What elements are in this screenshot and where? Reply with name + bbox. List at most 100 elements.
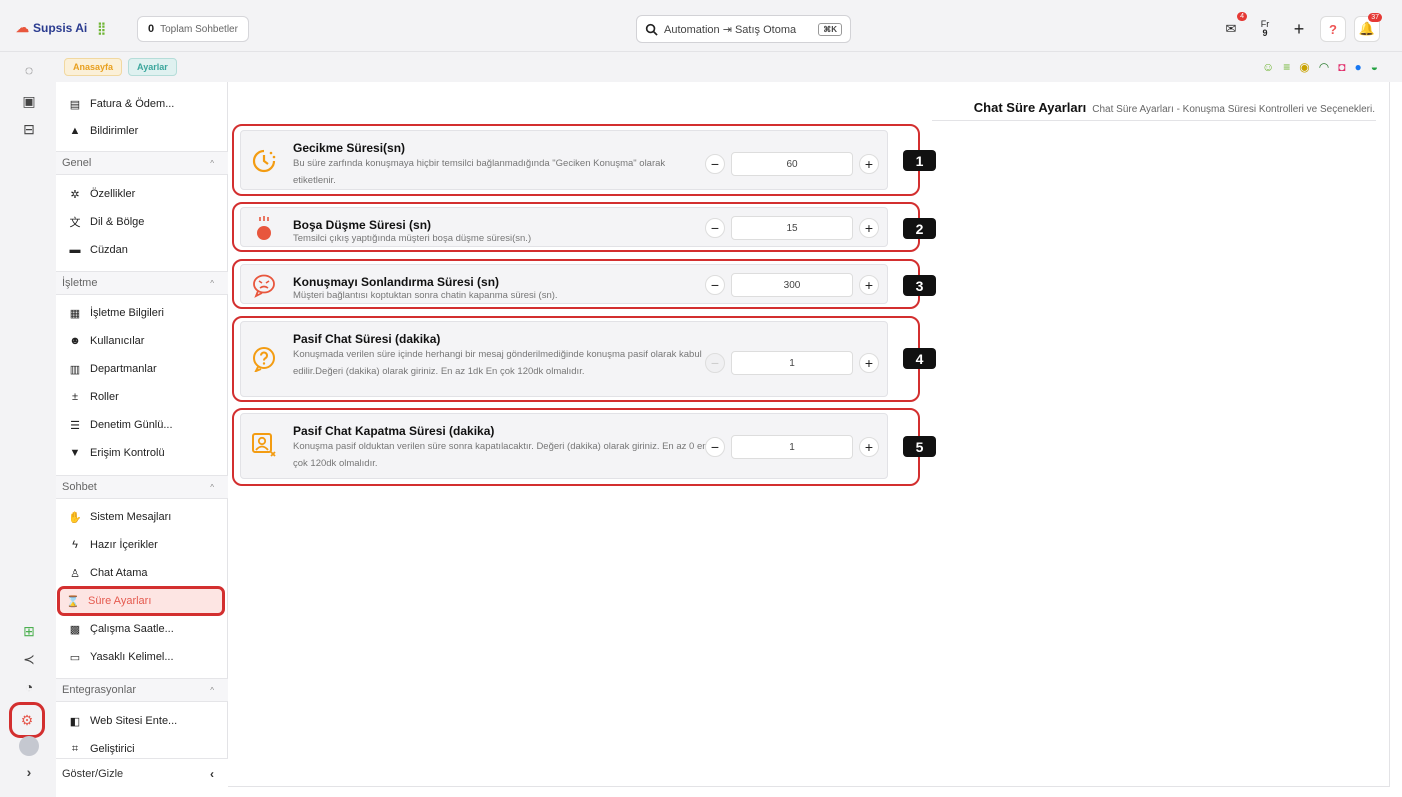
robot-icon[interactable]: ☺ [1262, 60, 1274, 74]
hand-icon: ✋ [68, 511, 82, 524]
search-input[interactable]: Automation ⇥ Satış Otoma ⌘K [636, 15, 851, 43]
sidebar-item-departments[interactable]: ▥ Departmanlar [62, 357, 220, 381]
chevron-up-icon: ^ [210, 482, 214, 492]
mail-icon: ✉ [1225, 21, 1237, 36]
drop-icon [257, 216, 271, 240]
increment-button[interactable]: + [859, 437, 879, 457]
mail-button[interactable]: ✉ 4 [1218, 12, 1247, 42]
help-button[interactable]: ? [1320, 16, 1346, 42]
decrement-button[interactable]: − [705, 353, 725, 373]
logo-icon: ☁ [16, 20, 29, 35]
sidebar-item-audit-log[interactable]: ☰ Denetim Günlü... [62, 413, 220, 437]
sidebar-group-general[interactable]: Genel ^ [56, 151, 228, 175]
sidebar-group-chat[interactable]: Sohbet ^ [56, 475, 228, 499]
language-button[interactable]: Fr 9 [1252, 16, 1278, 42]
marker-2: 2 [903, 218, 936, 239]
marker-5: 5 [903, 436, 936, 457]
sidebar-item-roles[interactable]: ± Roller [62, 385, 220, 409]
sidebar-item-users[interactable]: ☻ Kullanıcılar [62, 329, 220, 353]
marker-1: 1 [903, 150, 936, 171]
drop-value-input[interactable]: 15 [731, 216, 853, 240]
setting-description: Bu süre zarfında konuşmaya hiçbir temsil… [293, 158, 666, 186]
total-chats-counter[interactable]: 0 Toplam Sohbetler [137, 16, 249, 42]
page-header: Chat Süre Ayarları Chat Süre Ayarları - … [974, 100, 1375, 115]
sidebar-item-notifications[interactable]: ▲ Bildirimler [62, 119, 220, 143]
sidebar-item-access-control[interactable]: ▼ Erişim Kontrolü [62, 441, 220, 465]
sidebar-item-canned-content[interactable]: ϟ Hazır İçerikler [62, 533, 220, 557]
whatsapp-icon[interactable]: ◒ [1371, 60, 1378, 74]
left-rail: ◌ ▣ ⊟ ⊞ ≺ ◔ ⚙ › [0, 52, 56, 797]
user-close-icon [252, 433, 276, 457]
chevron-left-icon: ‹ [210, 766, 214, 781]
increment-button[interactable]: + [859, 218, 879, 238]
setting-title: Pasif Chat Süresi (dakika) [293, 332, 441, 346]
settings-sidebar: ▤ Fatura & Ödem... ▲ Bildirimler Genel ^ ✲ Ö… [56, 82, 228, 787]
total-chats-count: 0 [148, 23, 155, 35]
sidebar-toggle[interactable]: Göster/Gizle ‹ [56, 758, 228, 788]
marker-3: 3 [903, 275, 936, 296]
question-chat-icon [253, 347, 275, 372]
sidebar-item-wallet[interactable]: ▬ Cüzdan [62, 238, 220, 262]
search-shortcut: ⌘K [818, 22, 842, 36]
tab-home[interactable]: Anasayfa [64, 58, 123, 76]
messenger-icon[interactable]: ● [1355, 60, 1362, 74]
logo[interactable]: ☁ Supsis Ai ⣿ [16, 20, 106, 36]
notifications-badge: 37 [1368, 13, 1382, 22]
reports-rail-icon[interactable]: ◔ [18, 676, 40, 698]
instagram-icon[interactable]: ◘ [1338, 60, 1345, 74]
delay-value-input[interactable]: 60 [731, 152, 853, 176]
developer-icon: ⌗ [71, 742, 79, 755]
decrement-button[interactable]: − [705, 154, 725, 174]
tabs-bar: Anasayfa Ayarlar ☺ ≡ ◉ ◠ ◘ ● ◒ [56, 52, 1402, 82]
passive-chat-stepper: − 1 + [705, 351, 879, 375]
setting-description: Temsilci çıkış yaptığında müşteri boşa d… [293, 233, 532, 244]
increment-button[interactable]: + [859, 154, 879, 174]
list-icon[interactable]: ≡ [1283, 60, 1290, 74]
settings-rail-icon[interactable]: ⚙ [9, 702, 45, 738]
page-title: Chat Süre Ayarları [973, 100, 1087, 115]
sidebar-item-working-hours[interactable]: ▩ Çalışma Saatle... [62, 617, 220, 641]
help-icon: ? [1329, 21, 1337, 37]
drop-stepper: − 15 + [705, 216, 879, 240]
voice-icon[interactable]: ◉ [1299, 60, 1309, 74]
increment-button[interactable]: + [859, 275, 879, 295]
sidebar-item-chat-assignment[interactable]: ♙ Chat Atama [62, 561, 220, 585]
sidebar-item-language[interactable]: 文 Dil & Bölge [62, 210, 220, 234]
add-button[interactable]: + [1286, 16, 1312, 42]
building-icon: ▦ [69, 307, 81, 320]
tab-settings[interactable]: Ayarlar [128, 58, 177, 76]
decrement-button[interactable]: − [705, 437, 725, 457]
inbox-rail-icon[interactable]: ⊟ [18, 118, 40, 140]
passive-chat-value-input[interactable]: 1 [731, 351, 853, 375]
decrement-button[interactable]: − [705, 275, 725, 295]
apps-grid-icon[interactable]: ⣿ [97, 21, 106, 35]
increment-button[interactable]: + [859, 353, 879, 373]
setting-title: Pasif Chat Kapatma Süresi (dakika) [293, 424, 495, 438]
sidebar-item-features[interactable]: ✲ Özellikler [62, 182, 220, 206]
chevron-up-icon: ^ [210, 278, 214, 288]
sidebar-item-website-integration[interactable]: ◧ Web Sitesi Ente... [62, 709, 220, 733]
notifications-button[interactable]: 🔔 37 [1354, 13, 1382, 42]
sidebar-item-banned-words[interactable]: ▭ Yasaklı Kelimel... [62, 645, 220, 669]
sidebar-item-business-info[interactable]: ▦ İşletme Bilgileri [62, 301, 220, 325]
decrement-button[interactable]: − [705, 218, 725, 238]
end-chat-value-input[interactable]: 300 [731, 273, 853, 297]
setting-card-end-chat: Konuşmayı Sonlandırma Süresi (sn) Müşter… [240, 264, 888, 304]
sidebar-item-time-settings[interactable]: ⌛ Süre Ayarları [57, 586, 225, 616]
sidebar-group-integrations[interactable]: Entegrasyonlar ^ [56, 678, 228, 702]
sidebar-item-system-messages[interactable]: ✋ Sistem Mesajları [62, 505, 220, 529]
wifi-icon[interactable]: ◠ [1319, 60, 1329, 74]
sidebar-item-billing[interactable]: ▤ Fatura & Ödem... [62, 92, 220, 116]
apps-rail-icon[interactable]: ⊞ [18, 620, 40, 642]
delay-stepper: − 60 + [705, 152, 879, 176]
passive-close-value-input[interactable]: 1 [731, 435, 853, 459]
contacts-rail-icon[interactable]: ▣ [18, 90, 40, 112]
sidebar-group-business[interactable]: İşletme ^ [56, 271, 228, 295]
chat-rail-icon[interactable]: ◌ [18, 59, 40, 81]
share-rail-icon[interactable]: ≺ [18, 648, 40, 670]
chevron-up-icon: ^ [210, 685, 214, 695]
expand-rail-icon[interactable]: › [18, 761, 40, 783]
translate-icon: 文 [69, 217, 81, 229]
avatar[interactable] [18, 735, 40, 757]
keyboard-icon: ▭ [69, 651, 81, 664]
